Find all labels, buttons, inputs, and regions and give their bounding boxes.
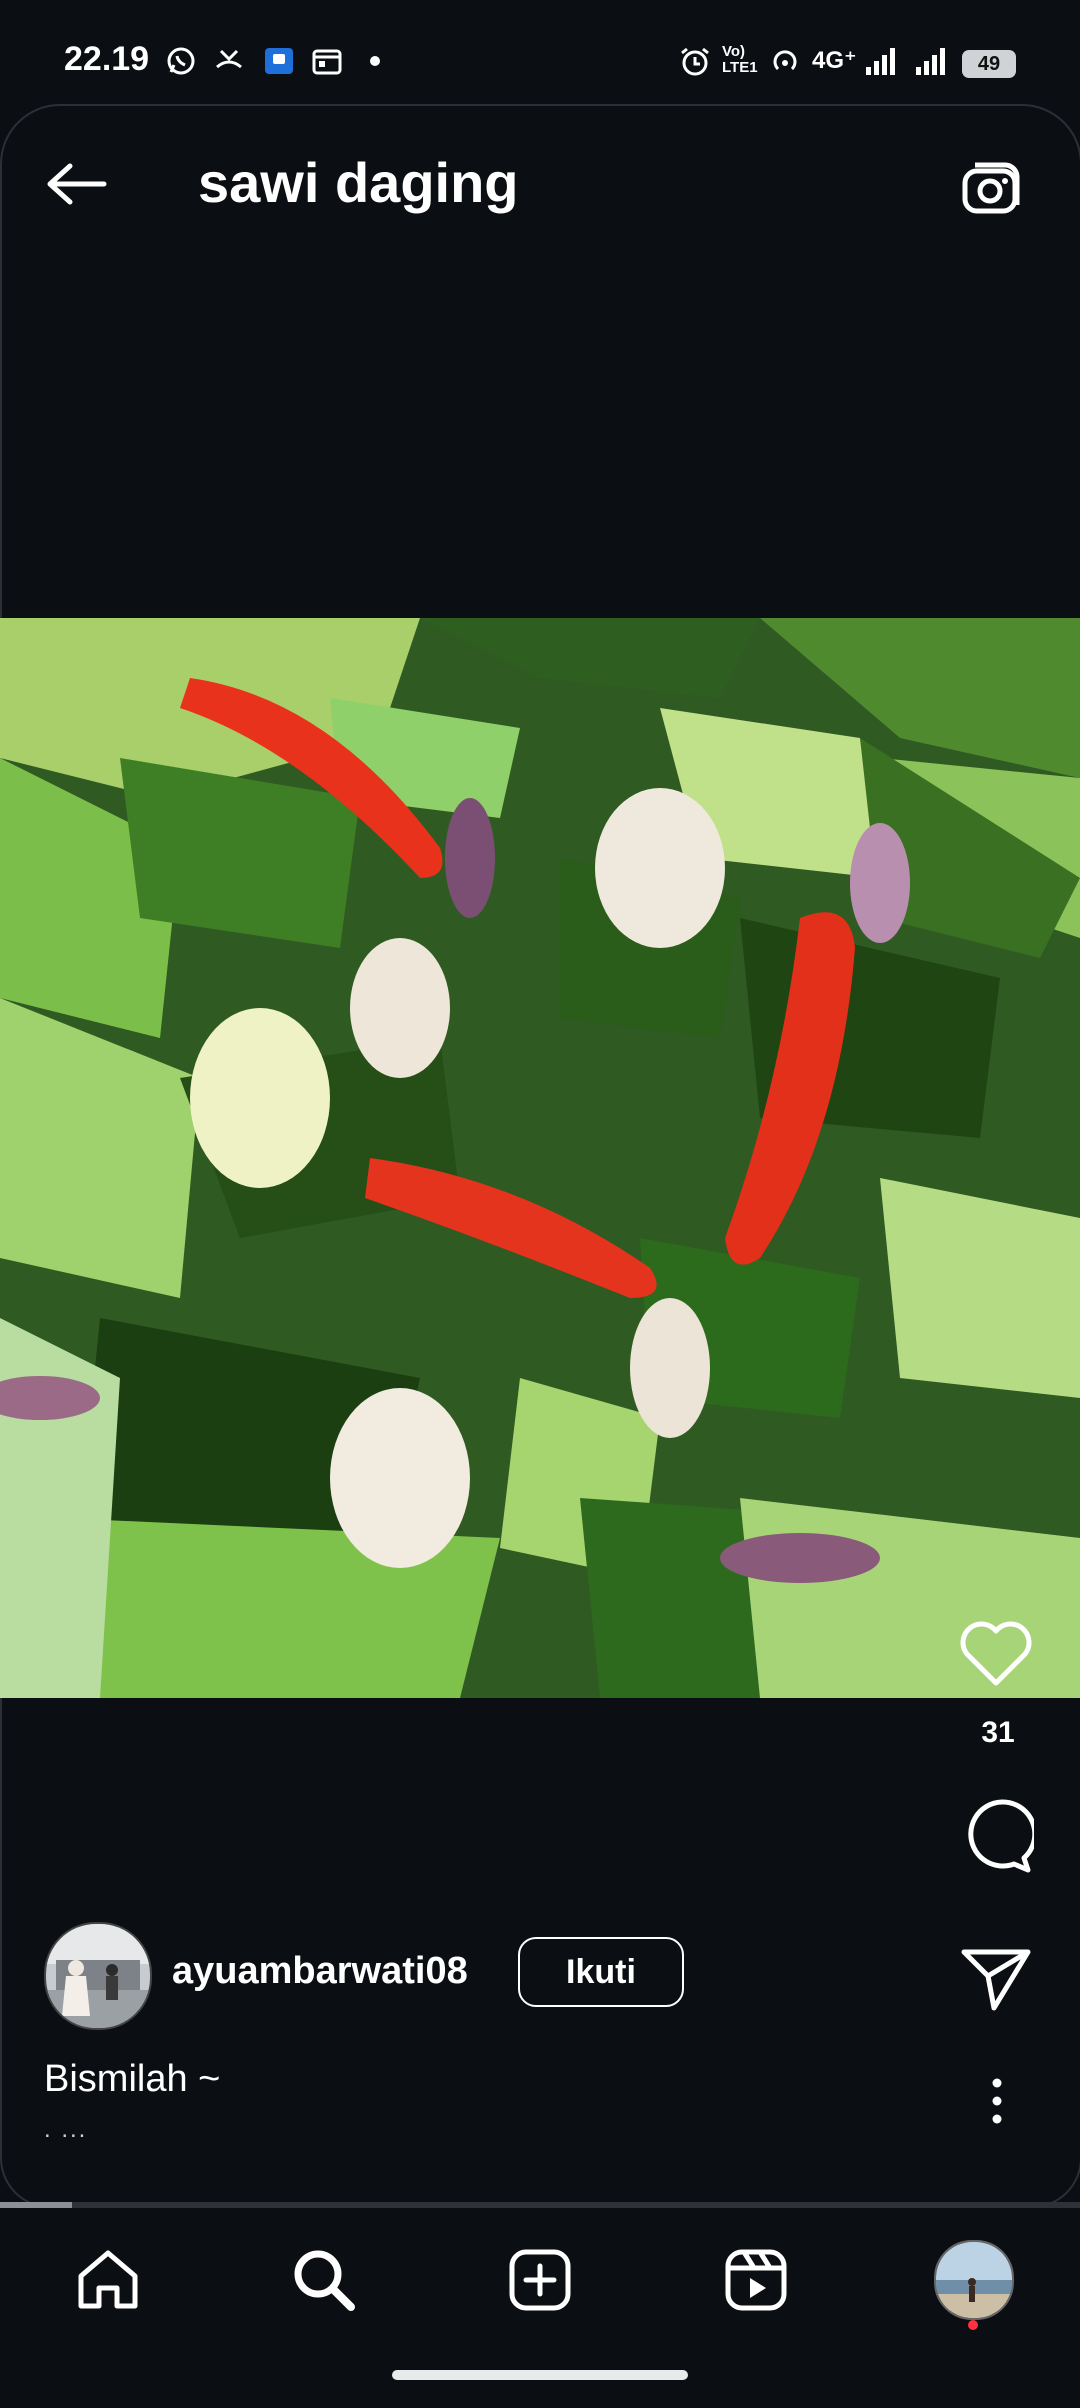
share-icon bbox=[961, 1949, 1031, 2011]
signal-icon bbox=[914, 44, 948, 78]
nav-home[interactable] bbox=[68, 2240, 148, 2320]
hotspot-icon bbox=[768, 44, 802, 78]
nav-create[interactable] bbox=[500, 2240, 580, 2320]
dot-icon bbox=[358, 44, 392, 78]
home-indicator[interactable] bbox=[392, 2370, 688, 2380]
calendar-icon bbox=[310, 44, 344, 78]
arrow-left-icon bbox=[47, 163, 107, 205]
comment-icon bbox=[968, 1799, 1034, 1873]
comment-button[interactable] bbox=[954, 1794, 1038, 1878]
whatsapp-icon bbox=[164, 44, 198, 78]
home-icon bbox=[78, 2250, 138, 2309]
network-label: 4G⁺ bbox=[812, 47, 857, 74]
heart-icon bbox=[960, 1621, 1032, 1686]
caption-more[interactable]: . ... bbox=[44, 2116, 87, 2144]
nav-search[interactable] bbox=[284, 2240, 364, 2320]
app-notification-icon bbox=[262, 44, 296, 78]
post-image[interactable] bbox=[0, 618, 1080, 1698]
food-photo bbox=[0, 618, 1080, 1698]
post-caption: Bismilah ~ bbox=[44, 2058, 221, 2100]
volte-label: Vo) LTE1 bbox=[722, 43, 758, 76]
page-title: sawi daging bbox=[198, 151, 519, 214]
status-time: 22.19 bbox=[64, 40, 150, 78]
missed-call-icon bbox=[212, 44, 246, 78]
status-bar: 22.19 Vo) LTE1 4G⁺ 49 bbox=[0, 0, 1080, 110]
camera-icon bbox=[962, 162, 1020, 214]
reels-icon bbox=[725, 2249, 787, 2311]
avatar-image bbox=[46, 1924, 150, 2028]
author-avatar[interactable] bbox=[44, 1922, 152, 2030]
more-options-button[interactable] bbox=[972, 2076, 1022, 2126]
more-vertical-icon bbox=[992, 2078, 1002, 2124]
progress-track bbox=[0, 2202, 1080, 2208]
search-icon bbox=[294, 2250, 355, 2311]
like-button[interactable] bbox=[954, 1612, 1038, 1696]
nav-profile[interactable] bbox=[934, 2240, 1014, 2320]
alarm-icon bbox=[678, 44, 712, 78]
back-button[interactable] bbox=[36, 148, 116, 220]
create-icon bbox=[509, 2249, 571, 2311]
camera-button[interactable] bbox=[956, 150, 1028, 222]
notification-dot bbox=[968, 2320, 978, 2330]
battery-indicator: 49 bbox=[962, 50, 1016, 78]
author-username[interactable]: ayuambarwati08 bbox=[172, 1950, 468, 1993]
nav-reels[interactable] bbox=[716, 2240, 796, 2320]
signal-icon bbox=[864, 44, 898, 78]
progress-bar bbox=[0, 2202, 73, 2208]
like-count: 31 bbox=[981, 1716, 1015, 1749]
profile-avatar bbox=[936, 2242, 1012, 2318]
share-button[interactable] bbox=[954, 1938, 1038, 2022]
follow-button[interactable]: Ikuti bbox=[518, 1937, 684, 2007]
